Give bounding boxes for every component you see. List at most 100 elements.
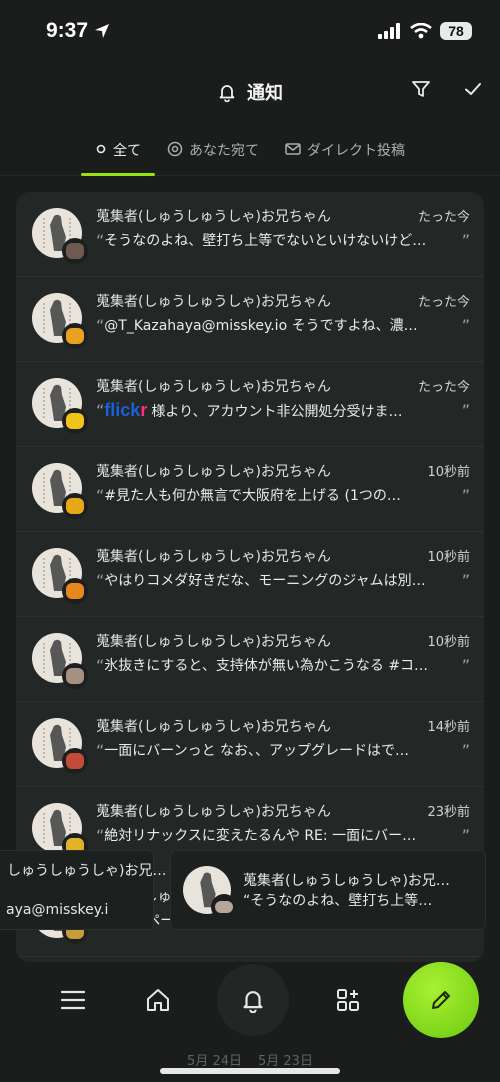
user-name[interactable]: 蒐集者(しゅうしゅうしゃ)お兄ちゃん [96,631,331,650]
toast-text: aya@misskey.i [6,902,109,918]
timestamp[interactable]: 10秒前 [427,631,470,650]
notification-item[interactable]: 蒐集者(しゅうしゅうしゃ)お兄ちゃん たった今 “flickr 様より、アカウント非公… [16,362,484,447]
note-snippet: そうなのよね、壁打ち上等でないといけないけど… [104,233,427,249]
note-snippet: 絶対リナックスに変えたるんや RE: 一面にバー… [104,828,417,844]
pencil-icon [432,991,450,1009]
location-arrow-icon [95,24,110,38]
quote-open-icon: “ [96,570,105,590]
hamburger-menu-icon [60,990,85,1010]
notifications-button[interactable] [216,964,289,1036]
apps-plus-icon [336,989,359,1011]
timestamp[interactable]: 23秒前 [427,801,470,820]
bell-icon [219,85,235,102]
timestamp[interactable]: たった今 [418,206,470,225]
quote-open-icon: “ [96,485,105,505]
timestamp[interactable]: たった今 [418,376,470,395]
reaction-badge-icon [62,748,88,774]
timestamp[interactable]: 14秒前 [427,716,470,735]
mark-all-read-check-icon[interactable] [462,78,484,100]
notification-tabs: 全て あなた宛て ダイレクト投稿 [0,132,500,176]
signal-icon [378,23,400,39]
battery-level: 78 [440,22,472,40]
user-name[interactable]: 蒐集者(しゅうしゅうしゃ)お兄ちゃん [96,461,331,480]
user-name[interactable]: 蒐集者(しゅうしゅうしゃ)お兄ちゃん [96,546,331,565]
user-name[interactable]: 蒐集者(しゅうしゅうしゃ)お兄ちゃん [96,206,331,225]
user-avatar[interactable] [32,803,88,859]
home-icon [146,989,169,1011]
notification-item[interactable]: 蒐集者(しゅうしゅうしゃ)お兄ちゃん たった今 “@T_Kazahaya@missk… [16,277,484,362]
widgets-button[interactable] [322,974,374,1026]
note-snippet: 氷抜きにすると、支持体が無い為かこうなる #コ… [104,658,429,674]
notification-item[interactable]: 蒐集者(しゅうしゅうしゃ)お兄ちゃん 10秒前 “#見た人も何か無言で大阪府を上げる… [16,447,484,532]
user-name[interactable]: 蒐集者(しゅうしゅうしゃ)お兄ちゃん [96,376,331,395]
user-avatar[interactable] [32,293,88,349]
status-bar: 9:37 78 [0,0,500,62]
quote-open-icon: “ [96,401,105,420]
notification-item[interactable]: 蒐集者(しゅうしゅうしゃ)お兄ちゃん 10秒前 “氷抜きにすると、支持体が無い為かこ… [16,617,484,702]
quote-close-icon: ” [461,740,470,760]
notification-item[interactable]: 蒐集者(しゅうしゅうしゃ)お兄ちゃん 10秒前 “やはりコメダ好きだな、モーニングの… [16,532,484,617]
user-name[interactable]: 蒐集者(しゅうしゅうしゃ)お兄ちゃん [96,716,331,735]
status-time: 9:37 [46,19,110,43]
reaction-badge-icon [62,238,88,264]
filter-icon[interactable] [410,78,432,100]
compose-note-button[interactable] [403,962,479,1038]
quote-open-icon: “ [96,740,105,760]
toast-left-text: aya@misskey.i [0,870,144,950]
tab-label: 全て [113,143,141,159]
note-snippet: @T_Kazahaya@misskey.io そうですよね、濃… [104,318,418,334]
date-right: 5月 23日 [258,1054,313,1069]
tab-label: ダイレクト投稿 [307,143,405,159]
tab-label: あなた宛て [189,143,259,159]
reaction-badge-icon [62,493,88,519]
title-text: 通知 [247,83,283,104]
date-strip: 5月 24日 5月 23日 [0,1050,500,1069]
header-actions [410,78,484,100]
user-avatar[interactable] [32,718,88,774]
quote-close-icon: ” [461,315,470,335]
status-icons: 78 [378,22,472,40]
user-avatar[interactable] [32,378,88,434]
quote-close-icon: ” [461,655,470,675]
user-name[interactable]: 蒐集者(しゅうしゅうしゃ)お兄ちゃん [96,291,331,310]
menu-button[interactable] [47,974,99,1026]
quote-open-icon: “ [96,230,105,250]
note-snippet: 様より、アカウント非公開処分受けま… [151,403,403,420]
quote-open-icon: “ [96,315,105,335]
notification-item[interactable]: 蒐集者(しゅうしゅうしゃ)お兄ちゃん 14秒前 “一面にバーンっと なお、、アップグ… [16,702,484,787]
notification-list: 蒐集者(しゅうしゅうしゃ)お兄ちゃん たった今 “そうなのよね、壁打ち上等でないとい… [16,192,484,962]
quote-open-icon: “ [96,655,105,675]
quote-open-icon: “ [96,825,105,845]
wifi-icon [410,23,432,39]
timestamp[interactable]: 10秒前 [427,461,470,480]
home-button[interactable] [132,974,184,1026]
toast-text: そうなのよね、壁打ち上等… [250,893,433,909]
quote-close-icon: ” [461,825,470,845]
toast-avatar [183,866,237,920]
tab-mentions[interactable]: あなた宛て [167,132,259,176]
reaction-badge-icon [62,323,88,349]
tab-all[interactable]: 全て [81,132,155,176]
user-avatar[interactable] [32,208,88,264]
bell-icon [242,991,263,1013]
user-avatar[interactable] [32,548,88,604]
toast-right[interactable]: 蒐集者(しゅうしゅうしゃ)お兄… “そうなのよね、壁打ち上等… [170,850,486,930]
notification-item[interactable]: 蒐集者(しゅうしゅうしゃ)お兄ちゃん たった今 “そうなのよね、壁打ち上等でないとい… [16,192,484,277]
quote-close-icon: ” [461,485,470,505]
reaction-badge-icon [62,578,88,604]
timestamp[interactable]: 10秒前 [427,546,470,565]
flickr-logo: flickr [104,400,148,420]
reaction-badge-icon [62,408,88,434]
timestamp[interactable]: たった今 [418,291,470,310]
note-snippet: #見た人も何か無言で大阪府を上げる (1つの… [104,488,401,504]
quote-close-icon: ” [461,570,470,590]
reaction-badge-icon [62,663,88,689]
circle-icon [96,144,106,154]
user-avatar[interactable] [32,463,88,519]
toast-name: 蒐集者(しゅうしゅうしゃ)お兄… [243,873,450,889]
user-name[interactable]: 蒐集者(しゅうしゅうしゃ)お兄ちゃん [96,801,331,820]
home-indicator [160,1068,340,1074]
user-avatar[interactable] [32,633,88,689]
note-snippet: やはりコメダ好きだな、モーニングのジャムは別… [104,573,426,589]
tab-direct[interactable]: ダイレクト投稿 [285,132,405,176]
